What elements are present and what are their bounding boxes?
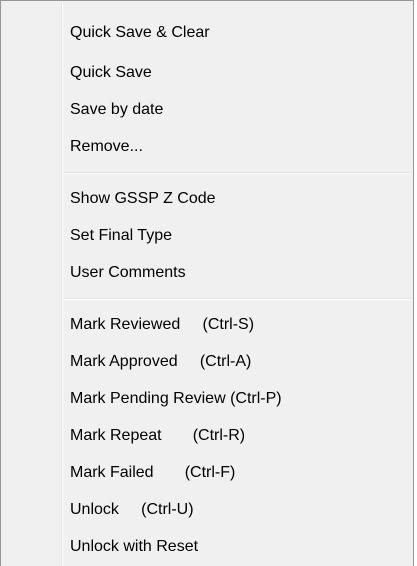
menu-item-mark-repeat[interactable]: Mark Repeat (Ctrl-R) [3,419,411,453]
menu-item-mark-pending-review[interactable]: Mark Pending Review (Ctrl-P) [3,382,411,416]
context-menu: Quick Save & Clear Quick Save Save by da… [0,0,414,566]
menu-item-unlock-with-reset[interactable]: Unlock with Reset [3,530,411,564]
menu-item-set-final-type[interactable]: Set Final Type [3,219,411,253]
menu-item-quick-save-clear[interactable]: Quick Save & Clear [3,16,411,50]
menu-item-show-gssp-z-code[interactable]: Show GSSP Z Code [3,182,411,216]
menu-item-quick-save[interactable]: Quick Save [3,56,411,90]
menu-separator [63,172,411,174]
menu-item-unlock[interactable]: Unlock (Ctrl-U) [3,493,411,527]
menu-item-remove[interactable]: Remove... [3,130,411,164]
menu-separator [63,298,411,300]
menu-item-save-by-date[interactable]: Save by date [3,93,411,127]
menu-item-mark-reviewed[interactable]: Mark Reviewed (Ctrl-S) [3,308,411,342]
menu-item-mark-failed[interactable]: Mark Failed (Ctrl-F) [3,456,411,490]
menu-item-mark-approved[interactable]: Mark Approved (Ctrl-A) [3,345,411,379]
menu-item-user-comments[interactable]: User Comments [3,256,411,290]
